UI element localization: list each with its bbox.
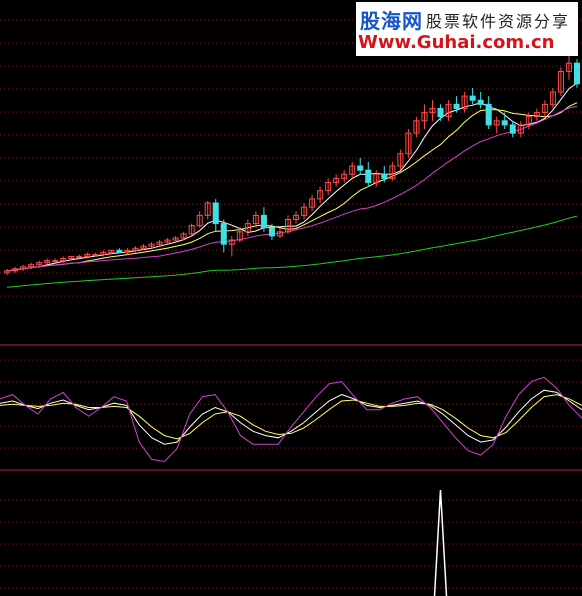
watermark-site-name: 股海网 bbox=[360, 9, 423, 33]
candle-up bbox=[52, 260, 59, 263]
candle-down bbox=[365, 169, 372, 183]
oscillator-line-kdj-d bbox=[0, 394, 582, 440]
candle-down bbox=[453, 103, 460, 109]
candle-down bbox=[220, 223, 227, 245]
watermark-tagline: 股票软件资源分享 bbox=[426, 12, 571, 31]
candle-down bbox=[509, 124, 516, 134]
signal-spike bbox=[433, 489, 448, 596]
candle-down bbox=[212, 202, 219, 225]
candle-down bbox=[268, 227, 275, 237]
candle-down bbox=[437, 107, 444, 118]
ma-line-ma-mid bbox=[6, 102, 578, 272]
candle-down bbox=[381, 173, 388, 179]
candle-down bbox=[573, 62, 581, 85]
candle-down bbox=[260, 214, 267, 229]
candle-up bbox=[76, 255, 83, 258]
candle-up bbox=[92, 253, 99, 256]
candle-down bbox=[116, 249, 123, 253]
candle-down bbox=[357, 165, 364, 171]
watermark-url: Www.Guhai.com.cn bbox=[358, 32, 555, 53]
oscillator-line-kdj-j bbox=[0, 376, 582, 463]
candle-down bbox=[485, 103, 492, 126]
candle-down bbox=[501, 120, 508, 126]
candle-down bbox=[469, 95, 476, 101]
ma-line-ma-long bbox=[6, 105, 578, 272]
candle-down bbox=[477, 99, 484, 105]
guhai-watermark: 股海网 股票软件资源分享 Www.Guhai.com.cn bbox=[356, 2, 578, 56]
oscillator-line-kdj-k bbox=[0, 389, 582, 445]
stock-chart[interactable] bbox=[0, 0, 582, 596]
